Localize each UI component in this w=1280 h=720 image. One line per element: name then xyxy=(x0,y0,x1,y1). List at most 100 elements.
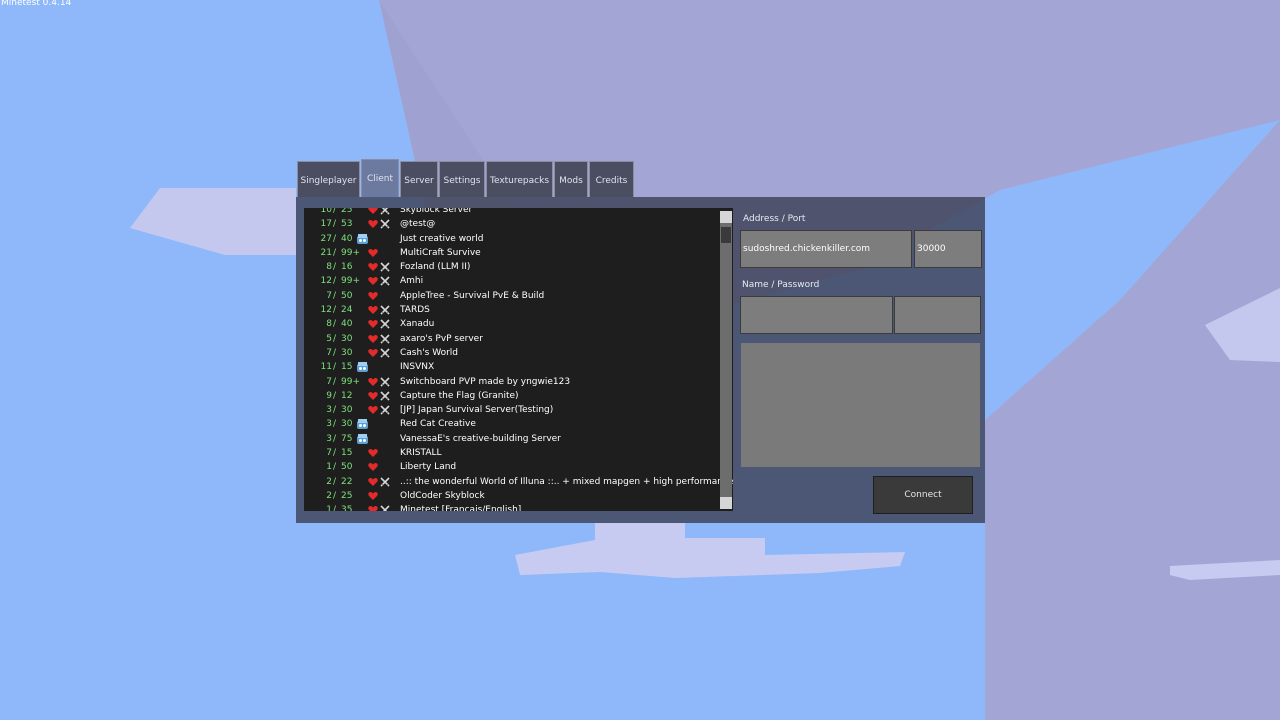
password-input[interactable] xyxy=(894,296,981,334)
server-row[interactable]: 7/30 Cash's World xyxy=(304,346,720,360)
server-row[interactable]: 7/50 AppleTree - Survival PvE & Build xyxy=(304,289,720,303)
heart-icon xyxy=(368,208,378,214)
scroll-up-button[interactable] xyxy=(720,211,732,223)
server-row[interactable]: 2/22..:: the wonderful World of Illuna :… xyxy=(304,475,733,489)
server-name: axaro's PvP server xyxy=(400,333,483,344)
name-input[interactable] xyxy=(740,296,893,334)
server-name: Fozland (LLM II) xyxy=(400,262,471,273)
name-password-label: Name / Password xyxy=(742,280,820,290)
server-row[interactable]: 3/30 [JP] Japan Survival Server(Testing) xyxy=(304,403,720,417)
server-row[interactable]: 27/40 Just creative world xyxy=(304,232,720,246)
player-count: 12 xyxy=(320,305,332,316)
server-flag-icons xyxy=(356,317,396,331)
server-name: Skyblock Server xyxy=(400,208,473,215)
heart-icon xyxy=(368,448,378,458)
server-row[interactable]: 7/99+ Switchboard PVP made by yngwie123 xyxy=(304,375,720,389)
swords-icon xyxy=(380,276,390,287)
player-count-separator: / xyxy=(333,490,337,501)
player-count-separator: / xyxy=(333,233,337,244)
tab-mods[interactable]: Mods xyxy=(554,161,588,197)
server-name: MultiCraft Survive xyxy=(400,247,481,258)
address-input[interactable] xyxy=(740,230,912,268)
server-flag-icons xyxy=(356,503,396,511)
player-count-separator: / xyxy=(333,247,337,258)
server-row[interactable]: 1/50 Liberty Land xyxy=(304,460,720,474)
heart-icon xyxy=(368,263,378,272)
server-row[interactable]: 5/30 axaro's PvP server xyxy=(304,332,720,346)
player-count: 8 xyxy=(326,262,332,273)
tab-settings[interactable]: Settings xyxy=(439,161,485,197)
server-row[interactable]: 11/15 INSVNX xyxy=(304,360,720,374)
server-name: Liberty Land xyxy=(400,462,457,473)
server-info-box xyxy=(741,343,980,467)
scroll-down-button[interactable] xyxy=(720,497,732,509)
server-flag-icons xyxy=(356,375,396,389)
server-name: VanessaE's creative-building Server xyxy=(400,433,561,444)
tab-singleplayer[interactable]: Singleplayer xyxy=(297,161,360,197)
server-row[interactable]: 12/24 TARDS xyxy=(304,303,720,317)
address-port-label: Address / Port xyxy=(743,214,806,224)
player-count-separator: / xyxy=(333,476,337,487)
swords-icon xyxy=(380,348,390,358)
player-count-separator: / xyxy=(333,448,337,459)
server-row[interactable]: 12/99+ Amhi xyxy=(304,274,720,288)
player-count-separator: / xyxy=(333,405,337,416)
server-row[interactable]: 3/75 VanessaE's creative-building Server xyxy=(304,432,720,446)
server-flag-icons xyxy=(356,208,396,217)
server-row[interactable]: 1/35 Minetest [Français/English] xyxy=(304,503,720,511)
server-list-rows: 10/25 Skyblock Server 17/53 @test@ 27/40 Just… xyxy=(304,208,733,511)
scroll-thumb[interactable] xyxy=(721,227,731,243)
player-count-separator: / xyxy=(333,208,337,215)
swords-icon xyxy=(380,391,390,401)
server-flag-icons xyxy=(356,260,396,274)
heart-icon xyxy=(368,248,378,257)
server-row[interactable]: 8/40 Xanadu xyxy=(304,317,720,331)
player-count-separator: / xyxy=(333,362,337,373)
server-name: ..:: the wonderful World of Illuna ::.. … xyxy=(400,476,733,487)
server-row[interactable]: 3/30 Red Cat Creative xyxy=(304,417,720,431)
server-row[interactable]: 21/99+ MultiCraft Survive xyxy=(304,246,720,260)
heart-icon xyxy=(368,291,378,300)
heart-icon xyxy=(368,477,378,486)
tab-credits[interactable]: Credits xyxy=(589,161,634,197)
server-name: OldCoder Skyblock xyxy=(400,490,485,501)
player-count-separator: / xyxy=(333,276,337,287)
connect-button[interactable]: Connect xyxy=(873,476,973,514)
tab-texturepacks[interactable]: Texturepacks xyxy=(486,161,553,197)
server-flag-icons xyxy=(356,417,396,431)
heart-icon xyxy=(368,463,378,472)
server-list-scrollbar[interactable] xyxy=(720,211,732,509)
player-count: 9 xyxy=(326,390,332,401)
server-name: Amhi xyxy=(400,276,424,287)
server-flag-icons xyxy=(356,432,396,446)
server-row[interactable]: 7/15 KRISTALL xyxy=(304,446,720,460)
server-name: [JP] Japan Survival Server(Testing) xyxy=(400,405,554,416)
tab-server[interactable]: Server xyxy=(400,161,438,197)
player-count: 3 xyxy=(326,433,332,444)
server-row[interactable]: 10/25 Skyblock Server xyxy=(304,208,720,217)
server-row[interactable]: 8/16 Fozland (LLM II) xyxy=(304,260,720,274)
player-count: 2 xyxy=(326,476,332,487)
player-count: 11 xyxy=(320,362,332,373)
player-count: 12 xyxy=(320,276,332,287)
port-input[interactable] xyxy=(914,230,982,268)
server-flag-icons xyxy=(356,460,396,474)
player-count: 1 xyxy=(326,462,332,473)
player-count-separator: / xyxy=(333,347,337,358)
server-list[interactable]: 10/25 Skyblock Server 17/53 @test@ 27/40 Just… xyxy=(304,208,733,511)
server-name: Cash's World xyxy=(400,347,459,358)
player-count-separator: / xyxy=(333,462,337,473)
player-count: 7 xyxy=(326,290,332,301)
heart-icon xyxy=(368,377,378,386)
creative-icon xyxy=(357,419,368,430)
tab-client[interactable]: Client xyxy=(361,159,399,197)
server-flag-icons xyxy=(356,217,396,231)
player-count-separator: / xyxy=(333,262,337,273)
swords-icon xyxy=(380,305,390,315)
server-row[interactable]: 17/53 @test@ xyxy=(304,217,720,231)
heart-icon xyxy=(368,391,378,400)
server-row[interactable]: 9/12 Capture the Flag (Granite) xyxy=(304,389,720,403)
server-flag-icons xyxy=(356,346,396,360)
server-flag-icons xyxy=(356,446,396,460)
server-row[interactable]: 2/25 OldCoder Skyblock xyxy=(304,489,720,503)
